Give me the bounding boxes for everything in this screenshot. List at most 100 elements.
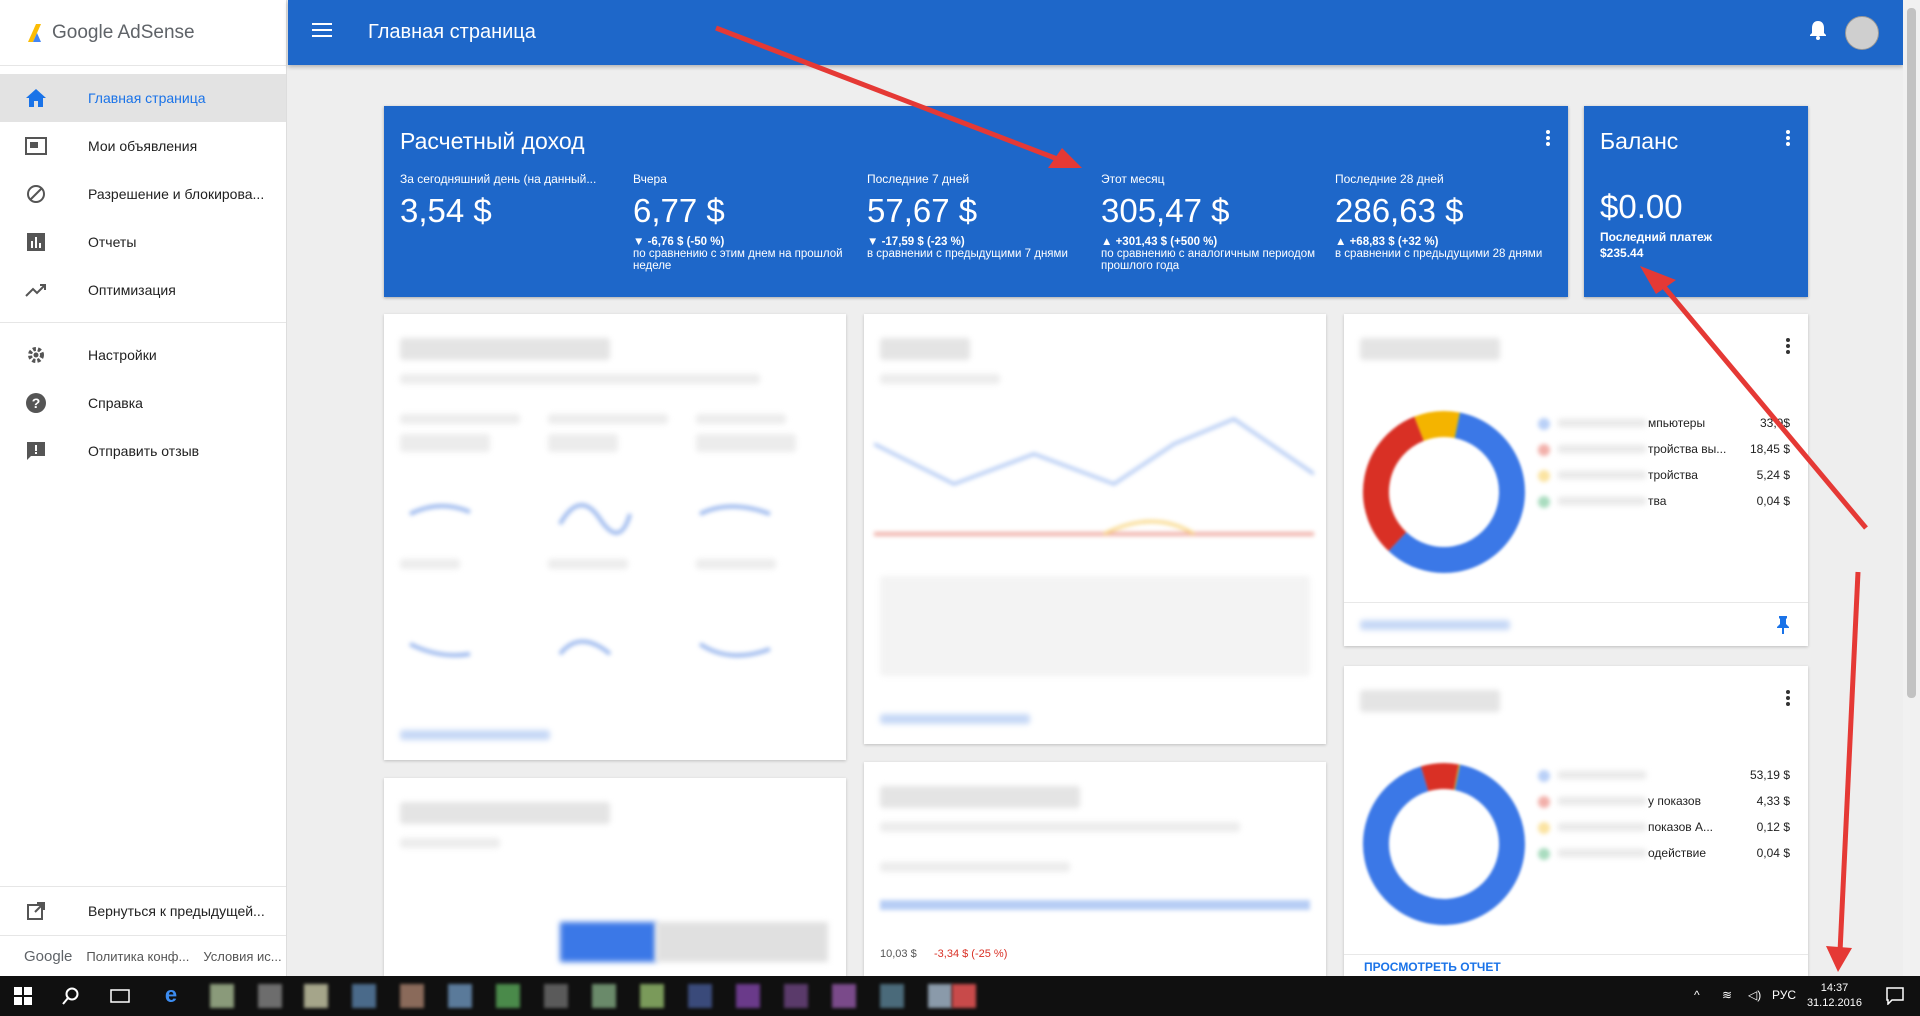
sidebar-item-optimization[interactable]: Оптимизация <box>0 266 286 314</box>
blurred-button <box>560 922 656 962</box>
notifications-icon[interactable] <box>1886 987 1904 1010</box>
partial-value: 10,03 $ <box>880 948 917 960</box>
view-report-link[interactable]: ПРОСМОТРЕТЬ ОТЧЕТ <box>1364 960 1501 974</box>
scrollbar-thumb[interactable] <box>1907 8 1916 698</box>
adsense-logo[interactable]: Google AdSense <box>0 0 286 66</box>
taskbar-app-icon[interactable] <box>448 984 472 1008</box>
taskbar-app-icon[interactable] <box>832 984 856 1008</box>
taskbar-clock[interactable]: 14:37 31.12.2016 <box>1807 981 1862 1011</box>
stat-change: ▲ +301,43 $ (+500 %) <box>1101 236 1218 248</box>
blurred-text <box>880 374 1000 384</box>
taskbar-app-icon[interactable] <box>640 984 664 1008</box>
last-payment-label: Последний платеж <box>1600 230 1713 244</box>
back-to-previous-link[interactable]: Вернуться к предыдущей... <box>0 886 286 935</box>
sidebar-item-label: Настройки <box>88 347 157 363</box>
taskbar-app-icon[interactable] <box>544 984 568 1008</box>
volume-icon[interactable]: ◁) <box>1748 988 1761 1002</box>
stat-label: Этот месяц <box>1101 172 1165 186</box>
bell-icon[interactable] <box>1809 20 1827 45</box>
more-vert-icon[interactable] <box>1786 130 1790 151</box>
donut-slice-1 <box>1363 416 1425 552</box>
taskbar-app-icon[interactable] <box>400 984 424 1008</box>
sidebar-item-reports[interactable]: Отчеты <box>0 218 286 266</box>
taskbar-app-icon[interactable] <box>304 984 328 1008</box>
sidebar-item-home[interactable]: Главная страница <box>0 74 286 122</box>
menu-icon[interactable] <box>312 23 336 42</box>
avatar[interactable] <box>1845 15 1879 50</box>
taskbar-app-icon[interactable] <box>352 984 376 1008</box>
taskbar-app-icon[interactable] <box>928 984 952 1008</box>
taskbar-app-icon[interactable] <box>592 984 616 1008</box>
logo-text: Google AdSense <box>52 21 195 43</box>
estimated-earnings-card: Расчетный доход За сегодняшний день (на … <box>384 106 1568 297</box>
ad-units-card-blurred <box>384 778 846 976</box>
sidebar-item-label: Разрешение и блокирова... <box>88 186 265 202</box>
blurred-legend <box>880 576 1310 676</box>
privacy-link[interactable]: Политика конф... <box>86 949 189 964</box>
legend-row-type-3: показов А... 0,12 $ <box>1530 814 1790 840</box>
earnings-title: Расчетный доход <box>400 128 585 154</box>
blurred-text <box>400 434 490 452</box>
blurred-bar <box>880 900 1310 910</box>
taskbar-app-icon[interactable] <box>952 984 976 1008</box>
blurred-text <box>880 862 1070 872</box>
legend-dot <box>1538 770 1550 782</box>
language-indicator[interactable]: РУС <box>1772 988 1796 1002</box>
donut-slice-0 <box>1388 412 1525 573</box>
blurred-label <box>1558 419 1646 427</box>
blurred-title <box>880 786 1080 808</box>
blurred-label <box>1558 823 1646 831</box>
legend-row-type-2: у показов 4,33 $ <box>1530 788 1790 814</box>
blurred-text <box>400 414 520 424</box>
stat-last-7-days: Последние 7 дней 57,67 $ ▼ -17,59 $ (-23… <box>867 172 1087 260</box>
sidebar-item-my-ads[interactable]: Мои объявления <box>0 122 286 170</box>
legend-dot <box>1538 796 1550 808</box>
taskbar-app-icon[interactable] <box>210 984 234 1008</box>
clock-time: 14:37 <box>1820 982 1849 994</box>
sidebar-item-help[interactable]: ? Справка <box>0 379 286 427</box>
sidebar-item-feedback[interactable]: Отправить отзыв <box>0 427 286 475</box>
svg-text:e: e <box>165 984 177 1006</box>
stat-compare: в сравнении с предыдущими 28 днями <box>1335 248 1543 260</box>
taskbar-app-icon[interactable] <box>258 984 282 1008</box>
more-vert-icon[interactable] <box>1786 690 1790 711</box>
legend-label: у показов <box>1648 794 1701 808</box>
legend-row-other: тва 0,04 $ <box>1530 488 1790 514</box>
edge-icon[interactable]: e <box>160 982 182 1011</box>
blurred-text <box>696 559 776 569</box>
search-icon[interactable] <box>62 987 80 1010</box>
task-view-icon[interactable] <box>110 987 130 1010</box>
more-vert-icon[interactable] <box>1546 130 1550 151</box>
stat-last-28-days: Последние 28 дней 286,63 $ ▲ +68,83 $ (+… <box>1335 172 1555 260</box>
taskbar-app-icon[interactable] <box>688 984 712 1008</box>
blurred-label <box>1558 497 1646 505</box>
page-title: Главная страница <box>368 21 536 43</box>
taskbar-app-icon[interactable] <box>880 984 904 1008</box>
stat-label: За сегодняшний день (на данный... <box>400 172 597 186</box>
blurred-label <box>1558 471 1646 479</box>
blurred-title <box>1360 690 1500 712</box>
platforms-legend: мпьютеры 33,9$ тройства вы... 18,45 $ трой… <box>1530 410 1790 514</box>
taskbar-app-icon[interactable] <box>496 984 520 1008</box>
stat-this-month: Этот месяц 305,47 $ ▲ +301,43 $ (+500 %)… <box>1101 172 1321 272</box>
wifi-icon[interactable]: ≋ <box>1722 988 1732 1002</box>
more-vert-icon[interactable] <box>1786 338 1790 359</box>
blurred-text <box>400 559 460 569</box>
page-scrollbar[interactable] <box>1903 0 1920 976</box>
chevron-up-icon[interactable]: ^ <box>1694 988 1700 1002</box>
stat-value: 305,47 $ <box>1101 192 1230 229</box>
blurred-title <box>1360 338 1500 360</box>
taskbar-app-icon[interactable] <box>736 984 760 1008</box>
legend-label: одействие <box>1648 846 1707 860</box>
sidebar-item-settings[interactable]: Настройки <box>0 331 286 379</box>
blurred-text <box>696 414 786 424</box>
pin-icon[interactable] <box>1776 616 1790 639</box>
sidebar-item-allow-block[interactable]: Разрешение и блокирова... <box>0 170 286 218</box>
stat-label: Последние 7 дней <box>867 172 970 186</box>
stat-label: Вчера <box>633 172 667 186</box>
terms-link[interactable]: Условия ис... <box>203 949 281 964</box>
legend-amount: 0,04 $ <box>1756 494 1790 508</box>
windows-taskbar: e ^ ≋ ◁) РУС 14:37 31.12.2016 <box>0 976 1920 1016</box>
windows-start-icon[interactable] <box>14 987 32 1010</box>
taskbar-app-icon[interactable] <box>784 984 808 1008</box>
